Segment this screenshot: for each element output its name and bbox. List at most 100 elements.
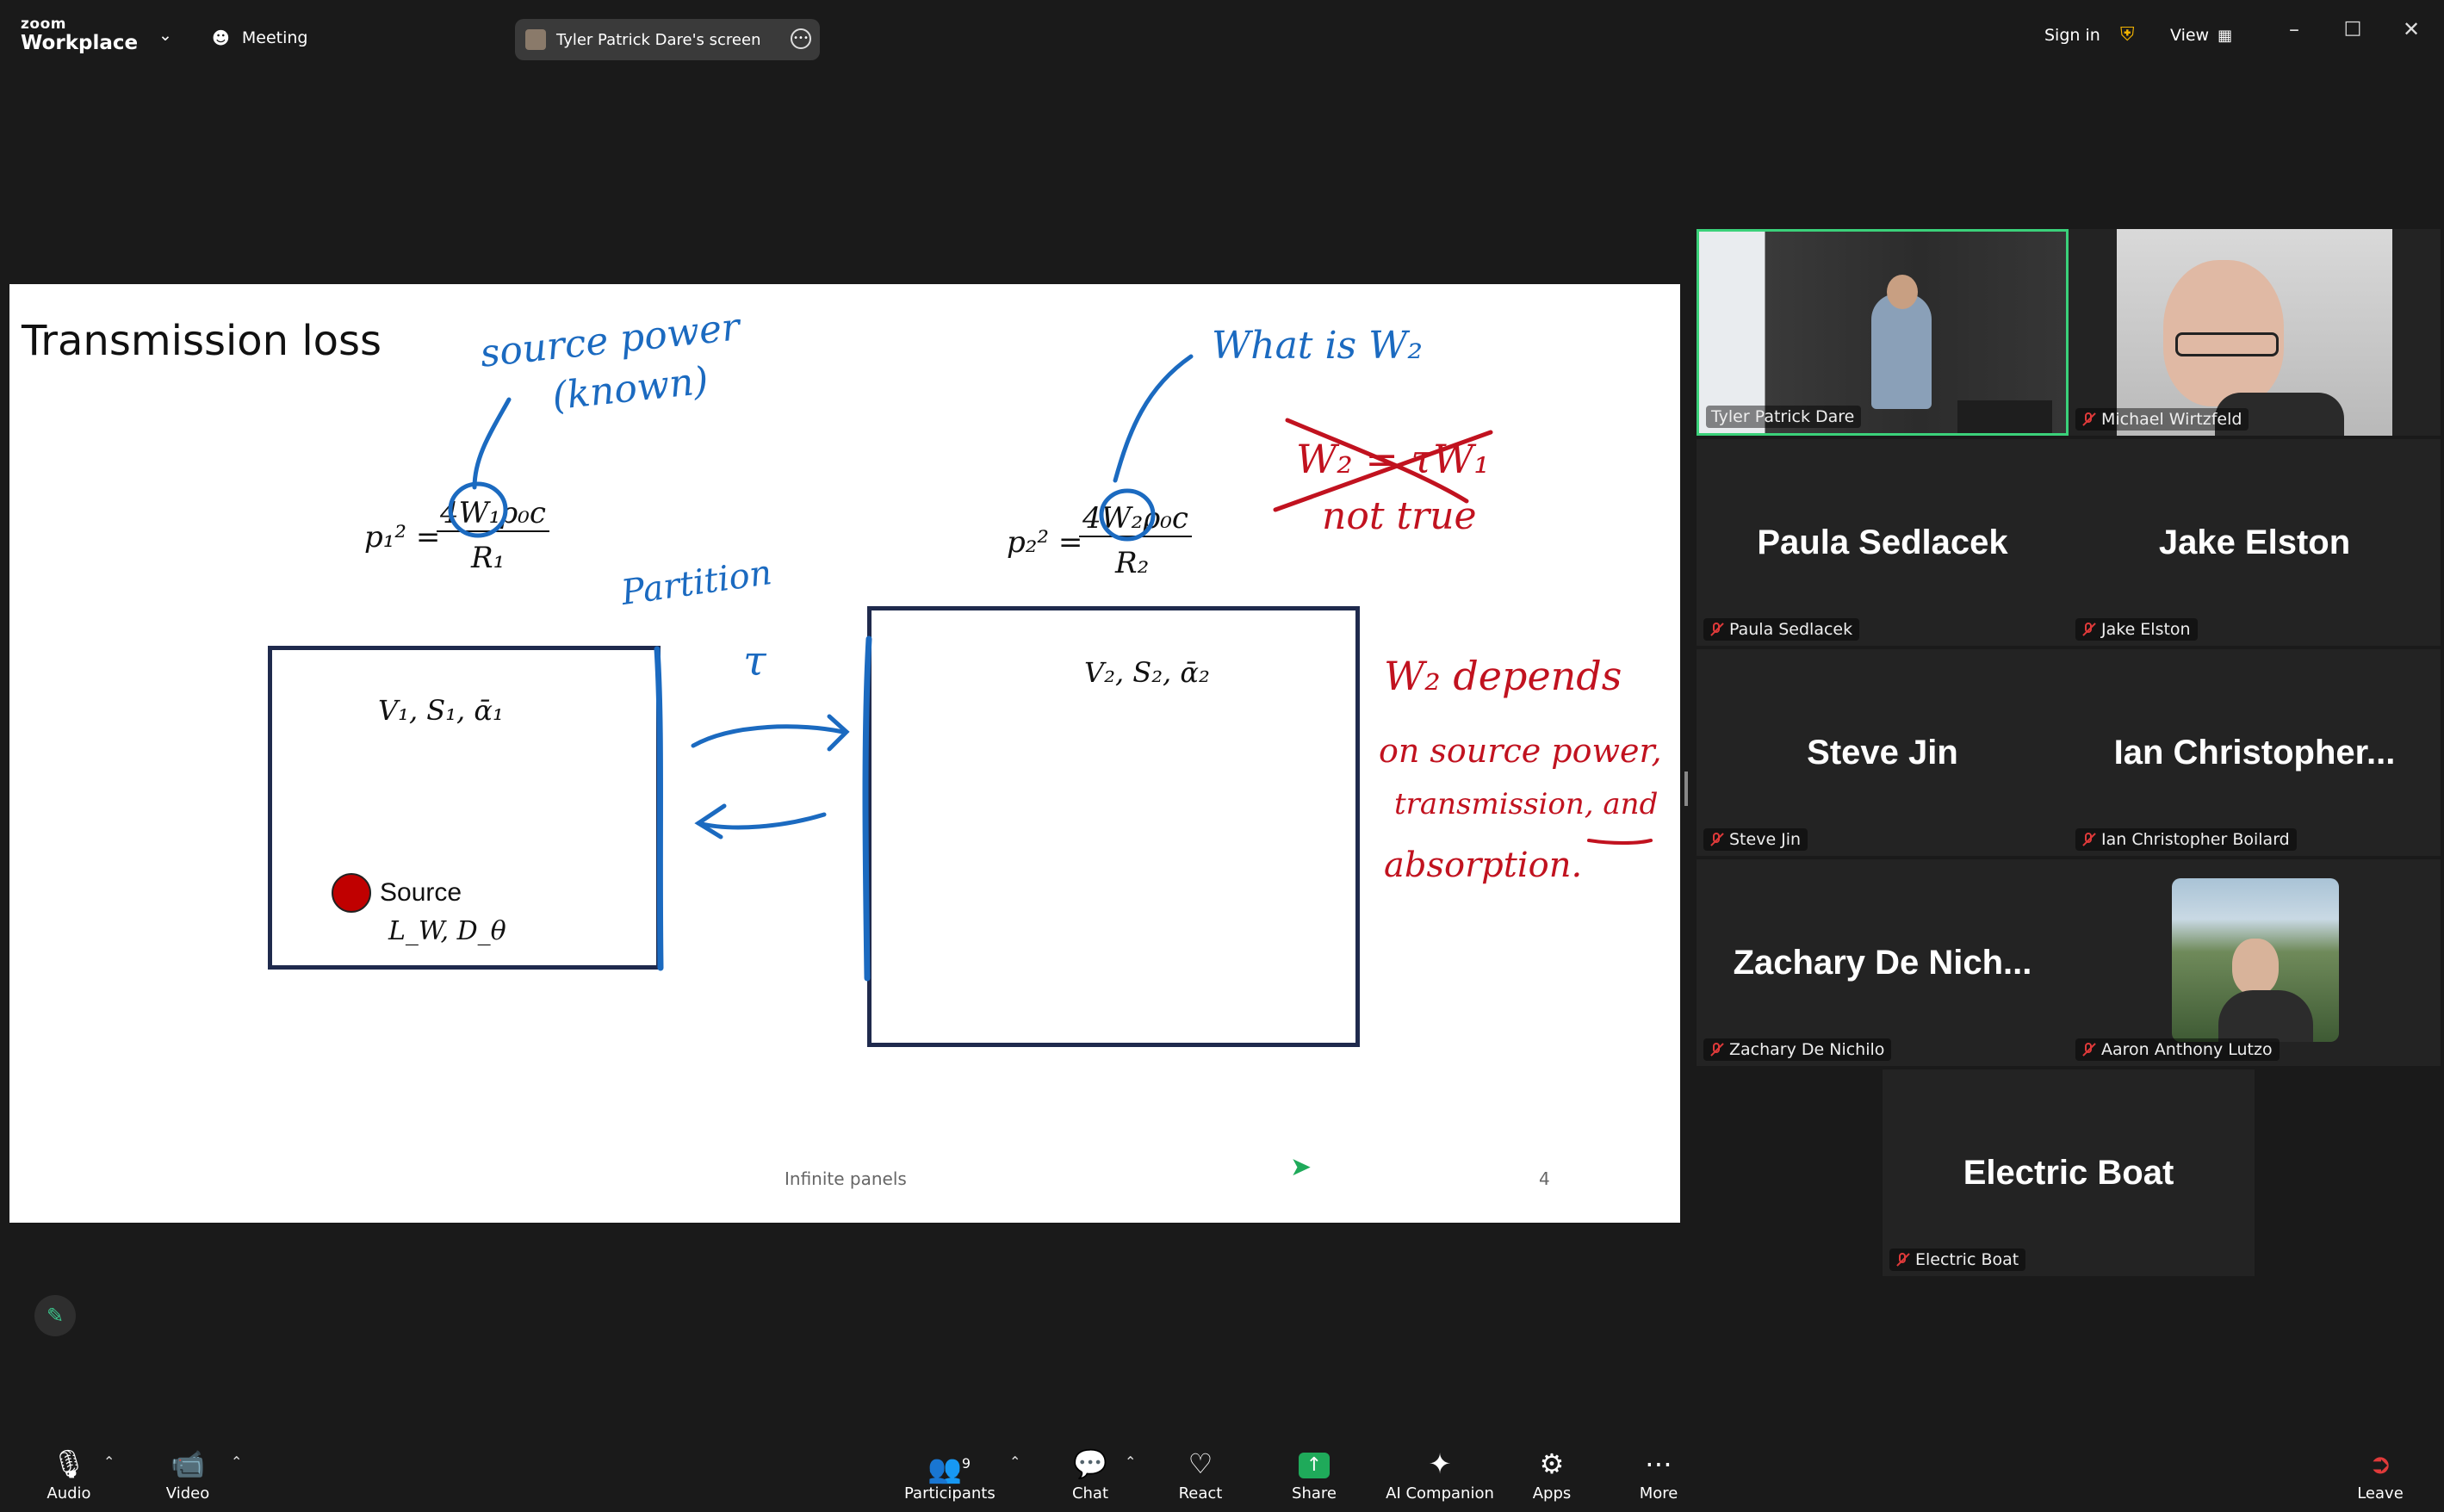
chevron-up-icon[interactable]: ⌃ <box>1009 1453 1020 1470</box>
meeting-label: Meeting <box>241 28 308 47</box>
apps-icon: ⚙ <box>1539 1447 1565 1480</box>
sign-in-link[interactable]: Sign in <box>2044 26 2100 45</box>
participant-name-tag: Ian Christopher Boilard <box>2075 828 2297 851</box>
participants-button[interactable]: 👥9 Participants <box>904 1447 996 1503</box>
slide-footer: Infinite panels <box>785 1168 907 1189</box>
share-icon: ↑ <box>1290 1447 1338 1481</box>
participant-name: Michael Wirtzfeld <box>2101 410 2242 429</box>
chevron-down-icon[interactable]: ⌄ <box>158 26 172 45</box>
participant-tile-michael[interactable]: Michael Wirtzfeld <box>2069 229 2441 436</box>
participant-name: Ian Christopher Boilard <box>2101 830 2290 849</box>
react-button[interactable]: ♡ React <box>1176 1447 1225 1503</box>
chat-label: Chat <box>1071 1484 1109 1503</box>
participant-tile-aaron[interactable]: Aaron Anthony Lutzo <box>2069 859 2441 1066</box>
more-icon[interactable]: ••• <box>791 28 811 49</box>
mic-muted-icon <box>2081 622 2096 637</box>
screen-share-pill[interactable]: Tyler Patrick Dare's screen ••• <box>515 19 820 60</box>
video-button[interactable]: 📹 Video <box>160 1447 215 1503</box>
mic-muted-icon <box>1709 1042 1724 1057</box>
audio-button[interactable]: 🎙 Audio <box>41 1447 96 1503</box>
shared-screen: Transmission loss p₁² = 4W₁ρ₀c R₁ p₂² = … <box>9 284 1680 1223</box>
presenter-avatar <box>525 29 546 50</box>
heart-icon: ♡ <box>1188 1447 1213 1480</box>
mic-muted-icon <box>1895 1252 1910 1267</box>
person-body <box>2218 990 2313 1042</box>
participant-tile-zachary[interactable]: Zachary De Nich... Zachary De Nichilo <box>1697 859 2069 1066</box>
participant-name: Aaron Anthony Lutzo <box>2101 1040 2273 1059</box>
panel-resize-handle[interactable] <box>1684 771 1688 806</box>
more-label: More <box>1639 1484 1678 1503</box>
participant-name-tag: Aaron Anthony Lutzo <box>2075 1038 2280 1061</box>
logo-line-1: zoom <box>21 15 66 33</box>
minimize-icon[interactable]: – <box>2277 17 2311 41</box>
participants-icon: 👥9 <box>927 1452 971 1485</box>
participant-name: Paula Sedlacek <box>1729 620 1853 639</box>
participant-tile-paula[interactable]: Paula Sedlacek Paula Sedlacek <box>1697 439 2069 646</box>
ai-companion-label: AI Companion <box>1386 1484 1494 1503</box>
sign-in-label: Sign in <box>2044 26 2100 45</box>
participant-display-name: Ian Christopher... <box>2113 734 2396 771</box>
shield-icon[interactable]: ⛨ <box>2120 24 2135 46</box>
annotation-depends-line-1: W₂ depends <box>1384 653 1622 699</box>
chat-icon: 💬 <box>1073 1447 1107 1480</box>
meeting-toolbar: 🎙 Audio ⌃ 📹 Video ⌃ 👥9 Participants ⌃ 💬 … <box>0 1435 2444 1512</box>
ai-companion-button[interactable]: ✦ AI Companion <box>1383 1447 1497 1503</box>
mic-muted-icon <box>2081 412 2096 427</box>
participant-name-tag: Steve Jin <box>1703 828 1808 851</box>
participant-display-name: Steve Jin <box>1807 734 1958 771</box>
person-figure <box>1871 294 1932 409</box>
participant-display-name: Jake Elston <box>2158 524 2351 561</box>
annotation-tau: τ <box>743 637 766 685</box>
person-glasses <box>2175 332 2279 356</box>
chevron-up-icon[interactable]: ⌃ <box>1125 1453 1136 1470</box>
participant-tile-ian[interactable]: Ian Christopher... Ian Christopher Boila… <box>2069 649 2441 856</box>
view-icon: ▦ <box>2218 26 2233 45</box>
mic-muted-icon: 🎙 <box>51 1447 87 1480</box>
slide-number: 4 <box>1539 1168 1550 1189</box>
mic-muted-icon <box>1709 622 1724 637</box>
annotation-depends-line-2: on source power, <box>1379 732 1662 770</box>
more-button[interactable]: ⋯ More <box>1635 1447 1683 1503</box>
participant-tile-steve[interactable]: Steve Jin Steve Jin <box>1697 649 2069 856</box>
person-head <box>2232 939 2279 995</box>
chevron-up-icon[interactable]: ⌃ <box>103 1453 115 1470</box>
view-label: View <box>2170 26 2210 45</box>
screen-share-label: Tyler Patrick Dare's screen <box>556 30 761 49</box>
more-icon: ⋯ <box>1645 1447 1672 1480</box>
participant-tile-tyler[interactable]: Tyler Patrick Dare <box>1697 229 2069 436</box>
participants-count: 9 <box>961 1455 971 1472</box>
participant-name-tag: Zachary De Nichilo <box>1703 1038 1892 1061</box>
apps-button[interactable]: ⚙ Apps <box>1529 1447 1574 1503</box>
maximize-icon[interactable]: □ <box>2335 17 2370 39</box>
participant-name: Steve Jin <box>1729 830 1802 849</box>
mouse-cursor-icon: ➤ <box>1290 1152 1312 1182</box>
meeting-info-button[interactable]: ☻ Meeting <box>212 28 307 48</box>
view-button[interactable]: View ▦ <box>2170 26 2232 45</box>
close-icon[interactable]: ✕ <box>2394 17 2428 41</box>
chevron-up-icon[interactable]: ⌃ <box>231 1453 242 1470</box>
participant-name: Electric Boat <box>1915 1250 2019 1269</box>
share-button[interactable]: ↑ Share <box>1290 1447 1338 1503</box>
participant-name: Zachary De Nichilo <box>1729 1040 1885 1059</box>
participant-tile-electric-boat[interactable]: Electric Boat Electric Boat <box>1883 1069 2255 1276</box>
participant-tile-jake[interactable]: Jake Elston Jake Elston <box>2069 439 2441 646</box>
pencil-icon[interactable]: ✎ <box>34 1295 76 1336</box>
annotation-not-true: not true <box>1322 494 1477 538</box>
participant-name-tag: Jake Elston <box>2075 618 2198 641</box>
mic-muted-icon <box>2081 832 2096 847</box>
share-label: Share <box>1292 1484 1337 1503</box>
title-bar: zoom Workplace ⌄ ☻ Meeting Tyler Patrick… <box>0 0 2444 65</box>
sparkle-icon: ✦ <box>1428 1447 1452 1480</box>
video-label: Video <box>165 1484 210 1503</box>
mic-muted-icon <box>1709 832 1724 847</box>
annotation-depends-line-4: absorption. <box>1384 846 1583 885</box>
annotation-what-is-w2: What is W₂ <box>1212 324 1423 368</box>
participant-name: Jake Elston <box>2101 620 2191 639</box>
participant-name-tag: Electric Boat <box>1889 1249 2026 1271</box>
mic-muted-icon <box>2081 1042 2096 1057</box>
annotation-depends-line-3: transmission, and <box>1394 787 1659 821</box>
leave-button[interactable]: ➲ Leave <box>2356 1447 2404 1503</box>
participant-avatar-photo <box>2172 878 2339 1042</box>
chat-button[interactable]: 💬 Chat <box>1068 1447 1113 1503</box>
annotation-crossed-equation: W₂ = τW₁ <box>1296 436 1490 482</box>
